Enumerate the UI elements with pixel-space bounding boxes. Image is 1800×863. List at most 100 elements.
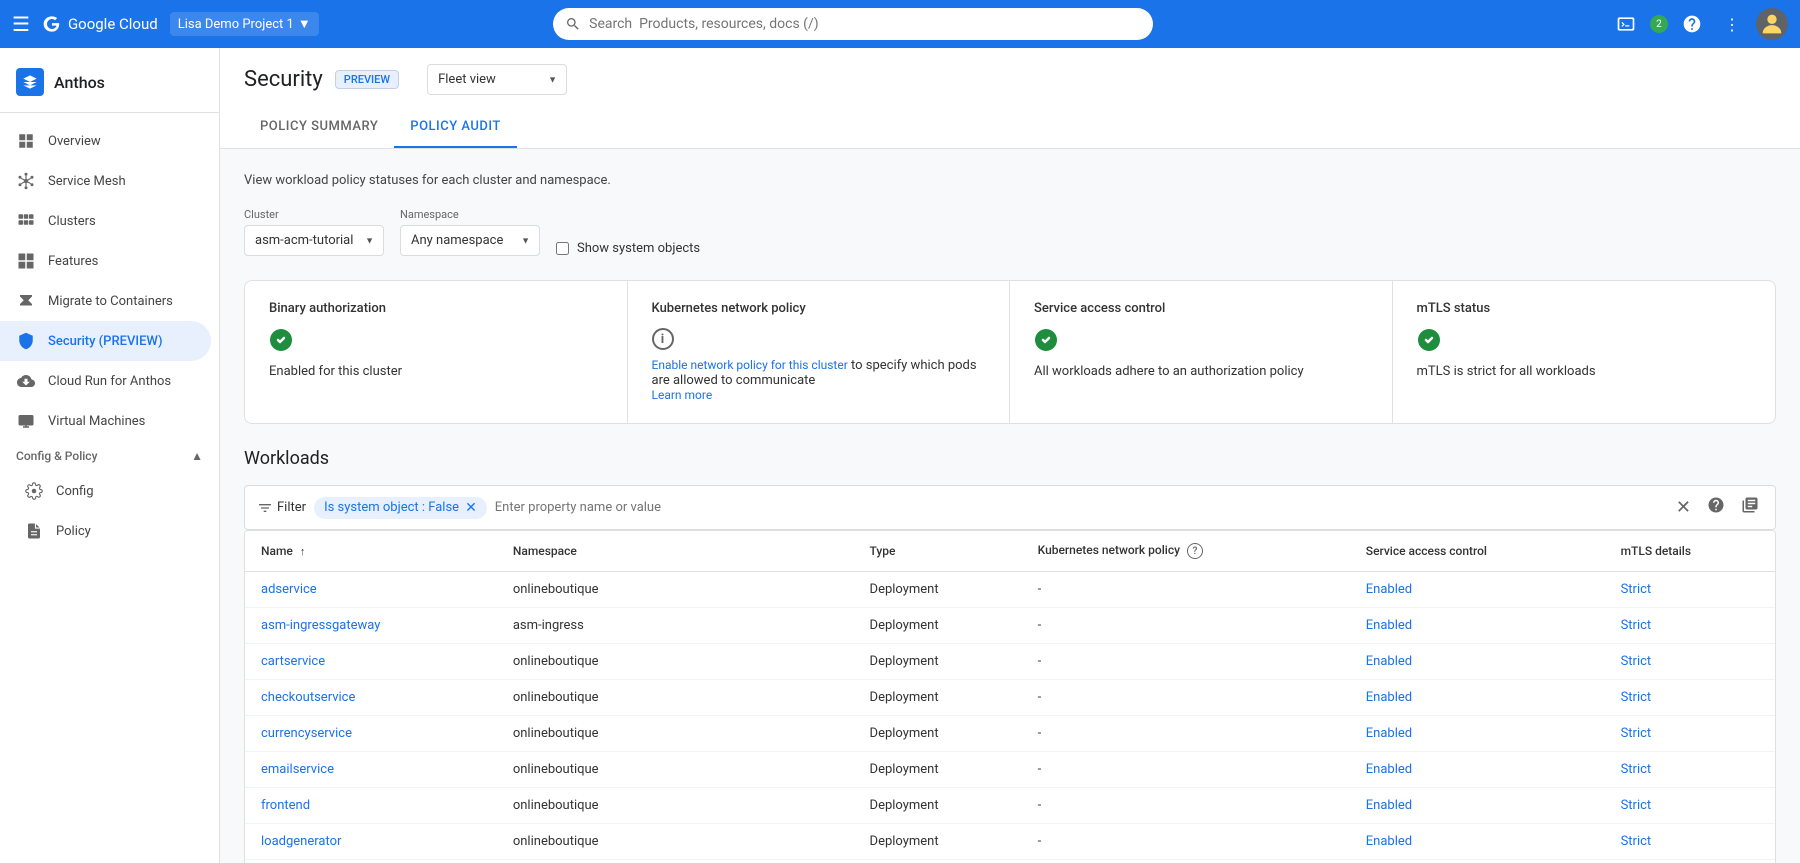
namespace-label: Namespace bbox=[400, 208, 540, 221]
project-selector[interactable]: Lisa Demo Project 1 ▼ bbox=[170, 12, 319, 36]
tab-policy-summary[interactable]: POLICY SUMMARY bbox=[244, 107, 394, 148]
sidebar-item-security[interactable]: Security (PREVIEW) bbox=[0, 321, 211, 361]
more-options-icon[interactable]: ⋮ bbox=[1716, 8, 1748, 40]
cell-access: Enabled bbox=[1350, 716, 1605, 752]
workload-link[interactable]: adservice bbox=[261, 582, 317, 597]
access-link[interactable]: Enabled bbox=[1366, 582, 1412, 597]
sidebar-item-cloud-run[interactable]: Cloud Run for Anthos bbox=[0, 361, 211, 401]
mtls-link[interactable]: Strict bbox=[1621, 654, 1652, 669]
page-title: Security bbox=[244, 67, 323, 92]
fleet-view-dropdown[interactable]: Fleet view Cluster view bbox=[427, 64, 567, 95]
access-link[interactable]: Enabled bbox=[1366, 834, 1412, 849]
columns-button[interactable] bbox=[1737, 492, 1763, 523]
service-access-title: Service access control bbox=[1034, 301, 1368, 316]
namespace-dropdown-wrapper[interactable]: Any namespace bbox=[400, 225, 540, 256]
filter-chip-system-object[interactable]: Is system object : False ✕ bbox=[314, 497, 487, 519]
cell-name: checkoutservice bbox=[245, 680, 497, 716]
sidebar-item-virtual-machines[interactable]: Virtual Machines bbox=[0, 401, 211, 441]
access-link[interactable]: Enabled bbox=[1366, 618, 1412, 633]
sidebar-item-clusters[interactable]: Clusters bbox=[0, 201, 211, 241]
col-namespace[interactable]: Namespace bbox=[497, 531, 854, 572]
page-header: Security PREVIEW Fleet view Cluster view… bbox=[220, 48, 1800, 149]
k8s-network-link[interactable]: Enable network policy for this cluster bbox=[652, 358, 848, 372]
col-k8s-policy[interactable]: Kubernetes network policy ? bbox=[1022, 531, 1350, 572]
col-service-access[interactable]: Service access control bbox=[1350, 531, 1605, 572]
clear-filter-button[interactable]: ✕ bbox=[1672, 493, 1695, 522]
preview-badge: PREVIEW bbox=[335, 70, 399, 89]
access-link[interactable]: Enabled bbox=[1366, 690, 1412, 705]
sidebar-item-label: Clusters bbox=[48, 214, 96, 229]
access-link[interactable]: Enabled bbox=[1366, 654, 1412, 669]
sidebar-item-overview[interactable]: Overview bbox=[0, 121, 211, 161]
cell-type: Deployment bbox=[854, 716, 1022, 752]
cluster-label: Cluster bbox=[244, 208, 384, 221]
table-body: adservice onlineboutique Deployment - En… bbox=[245, 572, 1775, 863]
col-name[interactable]: Name ↑ bbox=[245, 531, 497, 572]
workload-link[interactable]: asm-ingressgateway bbox=[261, 618, 380, 633]
mtls-link[interactable]: Strict bbox=[1621, 618, 1652, 633]
cell-name: loadgenerator bbox=[245, 824, 497, 860]
workload-link[interactable]: frontend bbox=[261, 798, 310, 813]
cell-name: currencyservice bbox=[245, 716, 497, 752]
cell-k8s: - bbox=[1022, 644, 1350, 680]
sidebar-item-config[interactable]: Config bbox=[8, 471, 211, 511]
menu-icon[interactable]: ☰ bbox=[12, 12, 30, 36]
filter-chip-close[interactable]: ✕ bbox=[465, 500, 477, 516]
sidebar-item-policy[interactable]: Policy bbox=[8, 511, 211, 551]
table-header: Name ↑ Namespace Type Kubernetes network… bbox=[245, 531, 1775, 572]
user-avatar[interactable] bbox=[1756, 8, 1788, 40]
cluster-filter-group: Cluster asm-acm-tutorial bbox=[244, 208, 384, 256]
cell-type: Deployment bbox=[854, 824, 1022, 860]
migrate-icon bbox=[16, 291, 36, 311]
cell-k8s: - bbox=[1022, 608, 1350, 644]
workload-link[interactable]: loadgenerator bbox=[261, 834, 341, 849]
sidebar-item-label: Migrate to Containers bbox=[48, 294, 173, 309]
table-row: emailservice onlineboutique Deployment -… bbox=[245, 752, 1775, 788]
cell-k8s: - bbox=[1022, 572, 1350, 608]
search-input[interactable] bbox=[589, 16, 1141, 32]
workload-link[interactable]: emailservice bbox=[261, 762, 334, 777]
cluster-dropdown[interactable]: asm-acm-tutorial bbox=[244, 225, 384, 256]
filter-input[interactable] bbox=[495, 500, 1664, 515]
mtls-link[interactable]: Strict bbox=[1621, 582, 1652, 597]
cloud-shell-icon[interactable] bbox=[1610, 8, 1642, 40]
sidebar-item-migrate-containers[interactable]: Migrate to Containers bbox=[0, 281, 211, 321]
mtls-link[interactable]: Strict bbox=[1621, 834, 1652, 849]
mtls-link[interactable]: Strict bbox=[1621, 690, 1652, 705]
help-filter-button[interactable] bbox=[1703, 492, 1729, 523]
namespace-dropdown[interactable]: Any namespace bbox=[400, 225, 540, 256]
cell-access: Enabled bbox=[1350, 752, 1605, 788]
binary-auth-icon bbox=[269, 328, 603, 356]
learn-more-link[interactable]: Learn more bbox=[652, 388, 713, 402]
search-bar[interactable] bbox=[553, 8, 1153, 40]
mtls-link[interactable]: Strict bbox=[1621, 798, 1652, 813]
access-link[interactable]: Enabled bbox=[1366, 762, 1412, 777]
k8s-policy-help-icon[interactable]: ? bbox=[1187, 543, 1203, 559]
fleet-view-dropdown-wrapper[interactable]: Fleet view Cluster view bbox=[427, 64, 567, 95]
cell-mtls: Strict bbox=[1605, 608, 1775, 644]
notification-badge[interactable]: 2 bbox=[1650, 15, 1668, 33]
sidebar-item-label: Policy bbox=[56, 524, 91, 539]
help-icon[interactable] bbox=[1676, 8, 1708, 40]
table-row: cartservice onlineboutique Deployment - … bbox=[245, 644, 1775, 680]
cluster-dropdown-wrapper[interactable]: asm-acm-tutorial bbox=[244, 225, 384, 256]
workload-link[interactable]: currencyservice bbox=[261, 726, 352, 741]
search-icon bbox=[565, 16, 581, 32]
config-policy-section[interactable]: Config & Policy ▲ bbox=[0, 441, 219, 471]
mtls-link[interactable]: Strict bbox=[1621, 762, 1652, 777]
col-type[interactable]: Type bbox=[854, 531, 1022, 572]
access-link[interactable]: Enabled bbox=[1366, 726, 1412, 741]
sidebar-item-label: Service Mesh bbox=[48, 174, 126, 189]
workload-link[interactable]: checkoutservice bbox=[261, 690, 355, 705]
col-mtls-details[interactable]: mTLS details bbox=[1605, 531, 1775, 572]
tab-policy-audit[interactable]: POLICY AUDIT bbox=[394, 107, 517, 148]
workload-link[interactable]: cartservice bbox=[261, 654, 325, 669]
google-cloud-logo: Google Cloud bbox=[42, 14, 158, 34]
mtls-link[interactable]: Strict bbox=[1621, 726, 1652, 741]
sidebar-item-features[interactable]: Features bbox=[0, 241, 211, 281]
mtls-icon bbox=[1417, 328, 1752, 356]
security-icon bbox=[16, 331, 36, 351]
access-link[interactable]: Enabled bbox=[1366, 798, 1412, 813]
show-system-objects-checkbox[interactable] bbox=[556, 242, 569, 255]
sidebar-item-service-mesh[interactable]: Service Mesh bbox=[0, 161, 211, 201]
